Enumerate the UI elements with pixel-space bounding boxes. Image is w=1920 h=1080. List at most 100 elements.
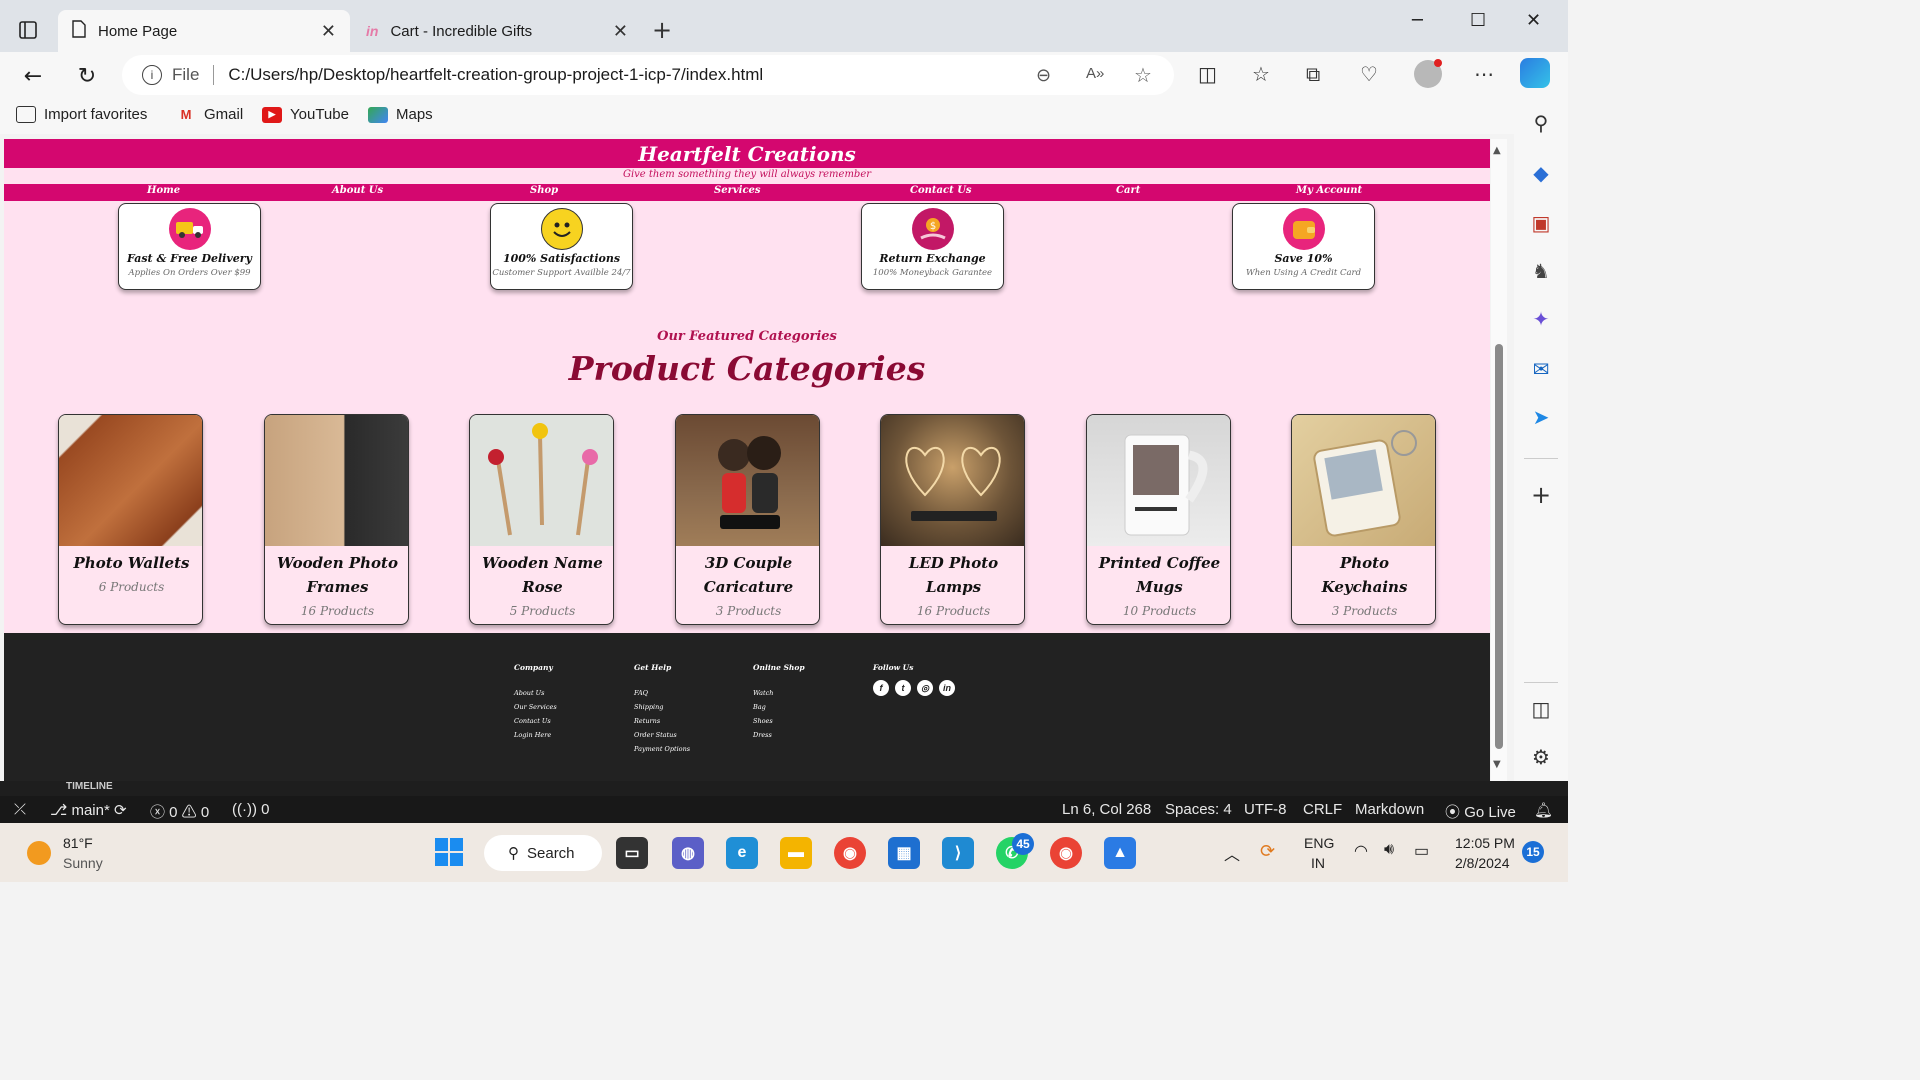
- site-title[interactable]: Heartfelt Creations: [638, 142, 856, 166]
- hide-sidebar-icon[interactable]: ◫: [1526, 694, 1556, 724]
- telegram-icon[interactable]: ➤: [1526, 402, 1556, 432]
- volume-icon[interactable]: 🔊︎: [1384, 841, 1394, 859]
- footer-link[interactable]: Payment Options: [634, 742, 690, 756]
- battery-icon[interactable]: ▭: [1414, 841, 1429, 861]
- read-aloud-icon[interactable]: A»: [1086, 65, 1104, 82]
- nav-about-us[interactable]: About Us: [332, 185, 383, 196]
- input-region[interactable]: IN: [1311, 855, 1325, 871]
- category-card-printed-coffee-mugs[interactable]: Printed Coffee Mugs 10 Products: [1086, 414, 1231, 625]
- nav-shop[interactable]: Shop: [530, 185, 558, 196]
- close-tab-icon[interactable]: ✕: [613, 21, 628, 42]
- problems-indicator[interactable]: ⓧ 0 ⚠ 0: [150, 801, 209, 822]
- scroll-down-icon[interactable]: ▼: [1493, 759, 1501, 770]
- favorite-maps[interactable]: Maps: [368, 106, 433, 123]
- go-live-button[interactable]: ⦿ Go Live: [1445, 801, 1516, 822]
- favorite-star-icon[interactable]: ☆: [1134, 63, 1152, 88]
- sync-status-icon[interactable]: ⟳: [1260, 841, 1275, 862]
- footer-link[interactable]: Shoes: [753, 714, 805, 728]
- temperature[interactable]: 81°F: [63, 835, 93, 851]
- clock-date[interactable]: 2/8/2024: [1455, 855, 1510, 871]
- favorites-list-icon[interactable]: ☆: [1252, 62, 1270, 86]
- ports-indicator[interactable]: ((·)) 0: [232, 801, 270, 818]
- show-hidden-icons-icon[interactable]: ︿: [1224, 841, 1240, 865]
- task-view-icon[interactable]: ▭: [616, 837, 648, 869]
- address-bar[interactable]: i File C:/Users/hp/Desktop/heartfelt-cre…: [122, 55, 1174, 95]
- category-card-photo-wallets[interactable]: Photo Wallets 6 Products: [58, 414, 203, 625]
- footer-link[interactable]: Dress: [753, 728, 805, 742]
- scroll-up-icon[interactable]: ▲: [1493, 145, 1501, 156]
- new-tab-icon[interactable]: +: [652, 16, 672, 44]
- taskbar-search[interactable]: ⚲ Search: [484, 835, 602, 871]
- favorite-youtube[interactable]: ▶ YouTube: [262, 106, 349, 123]
- tab-home-page[interactable]: Home Page ✕: [58, 10, 350, 52]
- microsoft-365-icon[interactable]: ✦: [1526, 304, 1556, 334]
- sun-icon[interactable]: [27, 841, 51, 865]
- nav-contact-us[interactable]: Contact Us: [910, 185, 972, 196]
- notification-count[interactable]: 15: [1522, 841, 1544, 863]
- chrome-profile-icon[interactable]: ◉: [1050, 837, 1082, 869]
- wifi-icon[interactable]: ◠: [1354, 841, 1368, 861]
- footer-link[interactable]: Bag: [753, 700, 805, 714]
- category-card-photo-keychains[interactable]: Photo Keychains 3 Products: [1291, 414, 1436, 625]
- scrollbar-thumb[interactable]: [1495, 344, 1503, 749]
- footer-link[interactable]: About Us: [514, 686, 557, 700]
- outlook-icon[interactable]: ✉: [1526, 354, 1556, 384]
- back-icon[interactable]: ←: [18, 61, 48, 91]
- footer-link[interactable]: Login Here: [514, 728, 557, 742]
- clock-time[interactable]: 12:05 PM: [1455, 835, 1515, 851]
- nav-home[interactable]: Home: [147, 185, 180, 196]
- store-icon[interactable]: ▦: [888, 837, 920, 869]
- copilot-icon[interactable]: [1520, 58, 1550, 88]
- chrome-icon[interactable]: ◉: [834, 837, 866, 869]
- twitter-icon[interactable]: t: [895, 680, 911, 696]
- vscode-icon[interactable]: ⟩: [942, 837, 974, 869]
- settings-gear-icon[interactable]: ⚙: [1526, 742, 1556, 772]
- notifications-bell-icon[interactable]: 🔔︎: [1534, 801, 1553, 819]
- browser-essentials-icon[interactable]: ♡: [1360, 62, 1378, 86]
- edge-icon[interactable]: e: [726, 837, 758, 869]
- url-text[interactable]: C:/Users/hp/Desktop/heartfelt-creation-g…: [228, 65, 763, 85]
- timeline-label[interactable]: TIMELINE: [66, 781, 113, 792]
- weather-condition[interactable]: Sunny: [63, 855, 103, 871]
- footer-link[interactable]: Watch: [753, 686, 805, 700]
- shopping-tag-icon[interactable]: ◆: [1526, 158, 1556, 188]
- refresh-icon[interactable]: ↻: [72, 61, 102, 91]
- remote-icon[interactable]: ⤫: [14, 801, 26, 818]
- footer-link[interactable]: Shipping: [634, 700, 690, 714]
- start-windows-icon[interactable]: [435, 838, 463, 866]
- footer-link[interactable]: Order Status: [634, 728, 690, 742]
- footer-link[interactable]: Contact Us: [514, 714, 557, 728]
- nav-my-account[interactable]: My Account: [1296, 185, 1362, 196]
- nav-cart[interactable]: Cart: [1116, 185, 1140, 196]
- branch-indicator[interactable]: ⎇ main* ⟳: [50, 801, 127, 819]
- footer-link[interactable]: Returns: [634, 714, 690, 728]
- teams-chat-icon[interactable]: ◍: [672, 837, 704, 869]
- nav-services[interactable]: Services: [714, 185, 761, 196]
- split-screen-icon[interactable]: ◫: [1198, 62, 1217, 86]
- tools-icon[interactable]: ▣: [1526, 208, 1556, 238]
- category-card-wooden-photo-frames[interactable]: Wooden Photo Frames 16 Products: [264, 414, 409, 625]
- zoom-out-icon[interactable]: ⊖: [1036, 65, 1051, 86]
- category-card-wooden-name-rose[interactable]: Wooden Name Rose 5 Products: [469, 414, 614, 625]
- favorite-gmail[interactable]: M Gmail: [176, 106, 244, 123]
- minimize-icon[interactable]: ─: [1412, 10, 1423, 31]
- page-scrollbar[interactable]: ▲ ▼: [1491, 139, 1507, 781]
- games-icon[interactable]: ♞: [1526, 256, 1556, 286]
- linkedin-icon[interactable]: in: [939, 680, 955, 696]
- info-icon[interactable]: i: [142, 65, 162, 85]
- instagram-icon[interactable]: ◎: [917, 680, 933, 696]
- photos-icon[interactable]: ▲: [1104, 837, 1136, 869]
- file-explorer-icon[interactable]: ▬: [780, 837, 812, 869]
- close-tab-icon[interactable]: ✕: [321, 21, 336, 42]
- cursor-position[interactable]: Ln 6, Col 268: [1062, 801, 1151, 818]
- more-options-icon[interactable]: ⋯: [1474, 62, 1494, 86]
- line-ending[interactable]: CRLF: [1303, 801, 1342, 818]
- tab-cart[interactable]: in Cart - Incredible Gifts ✕: [352, 10, 642, 52]
- search-icon[interactable]: ⚲: [1526, 108, 1556, 138]
- footer-link[interactable]: Our Services: [514, 700, 557, 714]
- category-card-3d-couple-caricature[interactable]: 3D Couple Caricature 3 Products: [675, 414, 820, 625]
- encoding[interactable]: UTF-8: [1244, 801, 1287, 818]
- close-window-icon[interactable]: ✕: [1526, 10, 1541, 31]
- footer-link[interactable]: FAQ: [634, 686, 690, 700]
- collections-icon[interactable]: ⧉: [1306, 62, 1320, 86]
